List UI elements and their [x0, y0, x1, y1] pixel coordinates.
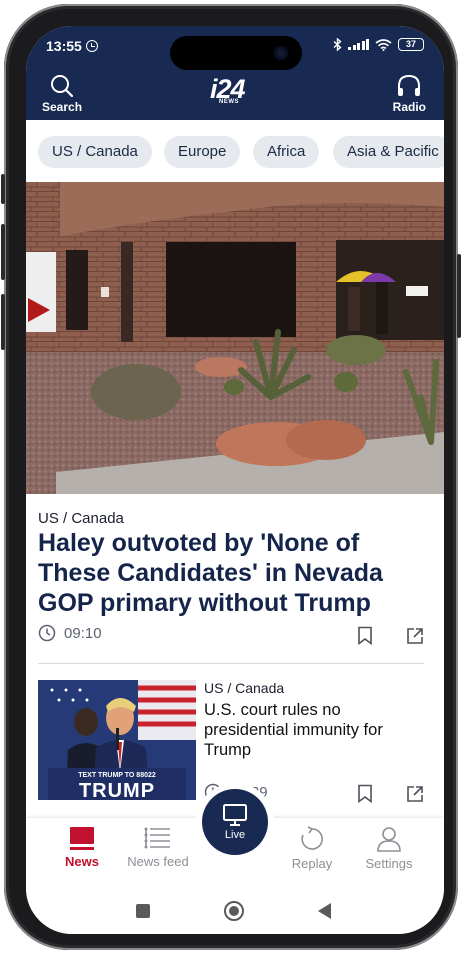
- featured-article[interactable]: US / Canada: [38, 510, 424, 527]
- camera-icon: [274, 46, 288, 60]
- tab-settings-label: Settings: [365, 856, 413, 871]
- user-icon: [377, 827, 401, 852]
- phone-frame: 13:55 37 Search i24 NEWS Radio US / Cana…: [1, 4, 461, 950]
- replay-icon: [301, 826, 323, 850]
- tab-replay-label: Replay: [291, 856, 333, 871]
- volume-up-button: [1, 224, 5, 280]
- bookmark-icon[interactable]: [357, 784, 373, 803]
- second-article[interactable]: US / Canada U.S. court rules no presiden…: [204, 680, 424, 760]
- recents-button[interactable]: [136, 904, 150, 918]
- featured-category[interactable]: US / Canada: [38, 510, 424, 527]
- search-icon: [51, 75, 74, 98]
- back-button[interactable]: [318, 903, 331, 919]
- sign-text-main: TRUMP: [78, 780, 156, 800]
- polling-station-illustration: [26, 182, 444, 494]
- search-button[interactable]: Search: [42, 74, 82, 114]
- logo-subtext: NEWS: [219, 99, 239, 105]
- tv-icon: [223, 804, 247, 826]
- volume-down-button: [1, 294, 5, 350]
- radio-button[interactable]: Radio: [393, 74, 426, 114]
- radio-label: Radio: [392, 100, 426, 114]
- share-icon[interactable]: [406, 785, 424, 803]
- tab-settings[interactable]: Settings: [349, 826, 429, 871]
- power-button: [457, 254, 461, 338]
- category-chips: US / Canada Europe Africa Asia & Pacific: [26, 120, 444, 182]
- cellular-signal-icon: [348, 39, 369, 50]
- second-article-image[interactable]: TEXT TRUMP TO 88022 TRUMP: [38, 680, 196, 800]
- share-icon[interactable]: [406, 627, 424, 645]
- second-headline[interactable]: U.S. court rules no presidential immunit…: [204, 700, 424, 760]
- article-divider: [38, 663, 424, 664]
- featured-headline[interactable]: Haley outvoted by 'None of These Candida…: [38, 528, 424, 618]
- list-icon: [144, 827, 170, 849]
- bluetooth-icon: [333, 38, 342, 51]
- bookmark-icon[interactable]: [357, 626, 373, 645]
- live-label: Live: [224, 829, 246, 841]
- search-label: Search: [42, 100, 83, 114]
- chip-europe[interactable]: Europe: [164, 136, 241, 168]
- home-button[interactable]: [224, 901, 244, 921]
- status-icons: 37: [333, 38, 424, 51]
- tab-news[interactable]: News: [42, 826, 122, 869]
- alarm-icon: [85, 40, 98, 52]
- status-time-text: 13:55: [46, 38, 82, 54]
- tab-news-feed[interactable]: News feed: [118, 826, 198, 869]
- wifi-icon: [375, 38, 392, 51]
- status-time: 13:55: [46, 38, 98, 54]
- news-icon: [70, 827, 94, 850]
- tab-replay[interactable]: Replay: [272, 826, 352, 871]
- clock-icon: [38, 624, 56, 642]
- tab-news-label: News: [65, 854, 99, 869]
- chip-us-canada[interactable]: US / Canada: [38, 136, 152, 168]
- featured-time: 09:10: [64, 624, 102, 642]
- screen: 13:55 37 Search i24 NEWS Radio US / Cana…: [26, 26, 444, 934]
- sign-text-top: TEXT TRUMP TO 88022: [78, 772, 156, 779]
- app-header: 13:55 37 Search i24 NEWS Radio: [26, 26, 444, 120]
- chip-asia-pacific[interactable]: Asia & Pacific: [333, 136, 444, 168]
- tab-news-feed-label: News feed: [127, 854, 189, 869]
- dynamic-island: [170, 36, 302, 70]
- chip-africa[interactable]: Africa: [253, 136, 320, 168]
- i24-logo[interactable]: i24 NEWS: [210, 74, 246, 105]
- battery-icon: 37: [398, 38, 424, 51]
- second-category[interactable]: US / Canada: [204, 680, 424, 696]
- live-button[interactable]: Live: [202, 789, 268, 855]
- headphones-icon: [398, 74, 421, 96]
- featured-article-image[interactable]: [26, 182, 444, 494]
- system-navigation-bar: [26, 888, 444, 934]
- mute-switch: [1, 174, 5, 204]
